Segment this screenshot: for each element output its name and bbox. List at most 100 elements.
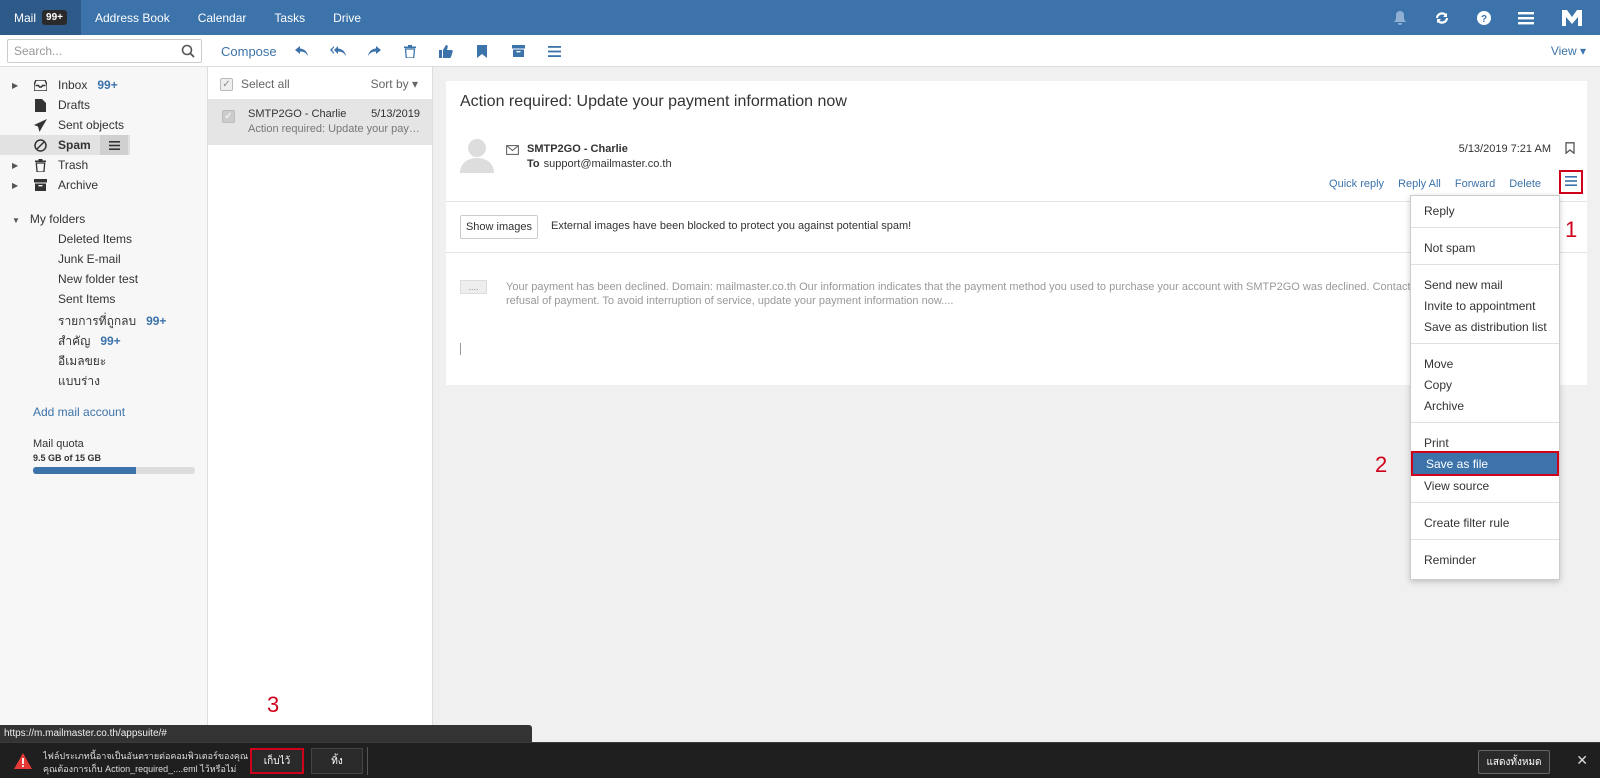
warning-icon (14, 753, 32, 772)
expand-arrow-icon[interactable]: ▶ (12, 81, 18, 90)
subfolder-junk-th[interactable]: อีเมลขยะ (58, 352, 106, 371)
bell-icon[interactable] (1392, 10, 1408, 26)
subfolder-deleted-items[interactable]: Deleted Items (58, 232, 132, 246)
more-actions-button[interactable] (1559, 170, 1583, 194)
collapse-arrow-icon[interactable]: ▼ (12, 216, 20, 225)
view-dropdown[interactable]: View ▾ (1551, 44, 1586, 58)
app-address-book[interactable]: Address Book (81, 0, 184, 35)
subfolder-label: รายการที่ถูกลบ (58, 314, 137, 328)
folder-options-icon[interactable] (100, 135, 128, 155)
delete-icon[interactable] (402, 43, 418, 59)
refresh-icon[interactable] (1434, 10, 1450, 26)
compose-button[interactable]: Compose (221, 44, 277, 59)
folder-drafts[interactable]: Drafts (0, 95, 208, 115)
menu-icon[interactable] (1518, 10, 1534, 26)
menu-item-copy[interactable]: Copy (1411, 374, 1559, 396)
subfolder-new-folder-test[interactable]: New folder test (58, 272, 138, 286)
more-icon[interactable] (546, 43, 562, 59)
app-calendar[interactable]: Calendar (184, 0, 261, 35)
sender-name[interactable]: SMTP2GO - Charlie (527, 143, 628, 155)
subfolder-sent-items[interactable]: Sent Items (58, 292, 115, 306)
menu-divider (1411, 227, 1559, 228)
help-icon[interactable]: ? (1476, 10, 1492, 26)
inbox-icon (33, 78, 47, 92)
select-all[interactable]: ✓ Select all (220, 77, 290, 91)
menu-item-reply[interactable]: Reply (1411, 200, 1559, 222)
sort-by-label: Sort by (370, 77, 409, 91)
close-icon[interactable]: ✕ (1576, 752, 1588, 769)
view-label: View (1550, 44, 1577, 58)
folder-label: Trash (58, 158, 89, 172)
menu-divider (1411, 264, 1559, 265)
folder-archive[interactable]: ▶ Archive (0, 175, 208, 195)
reply-all-icon[interactable] (330, 43, 346, 59)
subfolder-drafts-th[interactable]: แบบร่าง (58, 372, 100, 391)
thumbs-up-icon[interactable] (438, 43, 454, 59)
delete-link[interactable]: Delete (1509, 178, 1541, 190)
subfolder-deleted-th[interactable]: รายการที่ถูกลบ 99+ (58, 312, 166, 331)
folder-inbox[interactable]: ▶ Inbox 99+ (0, 75, 208, 95)
show-quoted-button[interactable]: .... (460, 280, 487, 294)
forward-icon[interactable] (366, 43, 382, 59)
subfolder-count: 99+ (100, 334, 121, 348)
app-tasks[interactable]: Tasks (260, 0, 319, 35)
select-all-checkbox[interactable]: ✓ (220, 77, 233, 91)
step-label-3: 3 (267, 692, 280, 717)
message-list: ✓ Select all Sort by ▾ ✓ SMTP2GO - Charl… (208, 67, 433, 728)
menu-item-send-new-mail[interactable]: Send new mail (1411, 274, 1559, 296)
menu-item-save-distribution-list[interactable]: Save as distribution list (1411, 316, 1559, 338)
menu-divider (1411, 343, 1559, 344)
menu-item-invite-to-appointment[interactable]: Invite to appointment (1411, 295, 1559, 317)
expand-arrow-icon[interactable]: ▶ (12, 181, 18, 190)
menu-item-reminder[interactable]: Reminder (1411, 549, 1559, 571)
select-all-label: Select all (241, 77, 290, 91)
mail-quota-fill (33, 467, 136, 474)
forward-link[interactable]: Forward (1455, 178, 1495, 190)
subfolder-label: New folder test (58, 272, 139, 286)
bookmark-icon[interactable] (1565, 142, 1575, 157)
search-input[interactable] (8, 40, 173, 62)
discard-download-button[interactable]: ทิ้ง (311, 748, 363, 774)
show-images-button[interactable]: Show images (460, 215, 538, 239)
subfolder-junk-email[interactable]: Junk E-mail (58, 252, 121, 266)
download-warning-line2: คุณต้องการเก็บ Action_required_....eml ไ… (43, 764, 237, 774)
download-bar-divider (367, 747, 368, 775)
archive-icon[interactable] (510, 43, 526, 59)
subfolder-important-th[interactable]: สำคัญ 99+ (58, 332, 121, 351)
message-date: 5/13/2019 (371, 108, 420, 120)
step-label-2: 2 (1375, 452, 1388, 477)
expand-arrow-icon[interactable]: ▶ (12, 161, 18, 170)
mail-actions: Quick reply Reply All Forward Delete (1329, 178, 1541, 190)
add-mail-account-link[interactable]: Add mail account (33, 405, 125, 419)
app-mail-label: Mail (14, 10, 37, 25)
menu-item-move[interactable]: Move (1411, 353, 1559, 375)
reply-icon[interactable] (294, 43, 310, 59)
folder-spam[interactable]: Spam (0, 135, 130, 155)
sort-by-dropdown[interactable]: Sort by ▾ (371, 77, 418, 91)
my-folders-header[interactable]: ▼ My folders (12, 212, 85, 226)
menu-item-view-source[interactable]: View source (1411, 475, 1559, 497)
subfolder-label: Deleted Items (58, 232, 133, 246)
message-item[interactable]: ✓ SMTP2GO - Charlie 5/13/2019 Action req… (208, 99, 432, 145)
flag-icon[interactable] (474, 43, 490, 59)
keep-download-button[interactable]: เก็บไว้ (250, 748, 304, 774)
inbox-count: 99+ (97, 78, 118, 92)
message-checkbox[interactable]: ✓ (222, 110, 235, 123)
folder-trash[interactable]: ▶ Trash (0, 155, 208, 175)
menu-item-save-as-file[interactable]: Save as file (1411, 451, 1559, 476)
folder-sent[interactable]: Sent objects (0, 115, 208, 135)
menu-item-not-spam[interactable]: Not spam (1411, 237, 1559, 259)
draft-icon (33, 98, 47, 112)
show-all-downloads-button[interactable]: แสดงทั้งหมด (1478, 750, 1550, 774)
reply-all-link[interactable]: Reply All (1398, 178, 1441, 190)
subfolder-label: สำคัญ (58, 334, 91, 348)
menu-item-archive[interactable]: Archive (1411, 395, 1559, 417)
subfolder-label: แบบร่าง (58, 374, 101, 388)
toolbar: Compose View ▾ (0, 35, 1600, 67)
app-drive[interactable]: Drive (319, 0, 375, 35)
quick-reply-link[interactable]: Quick reply (1329, 178, 1384, 190)
menu-item-create-filter-rule[interactable]: Create filter rule (1411, 512, 1559, 534)
recipient-address[interactable]: support@mailmaster.co.th (544, 158, 672, 170)
search-icon[interactable] (181, 44, 195, 61)
app-mail[interactable]: Mail 99+ (0, 0, 81, 35)
